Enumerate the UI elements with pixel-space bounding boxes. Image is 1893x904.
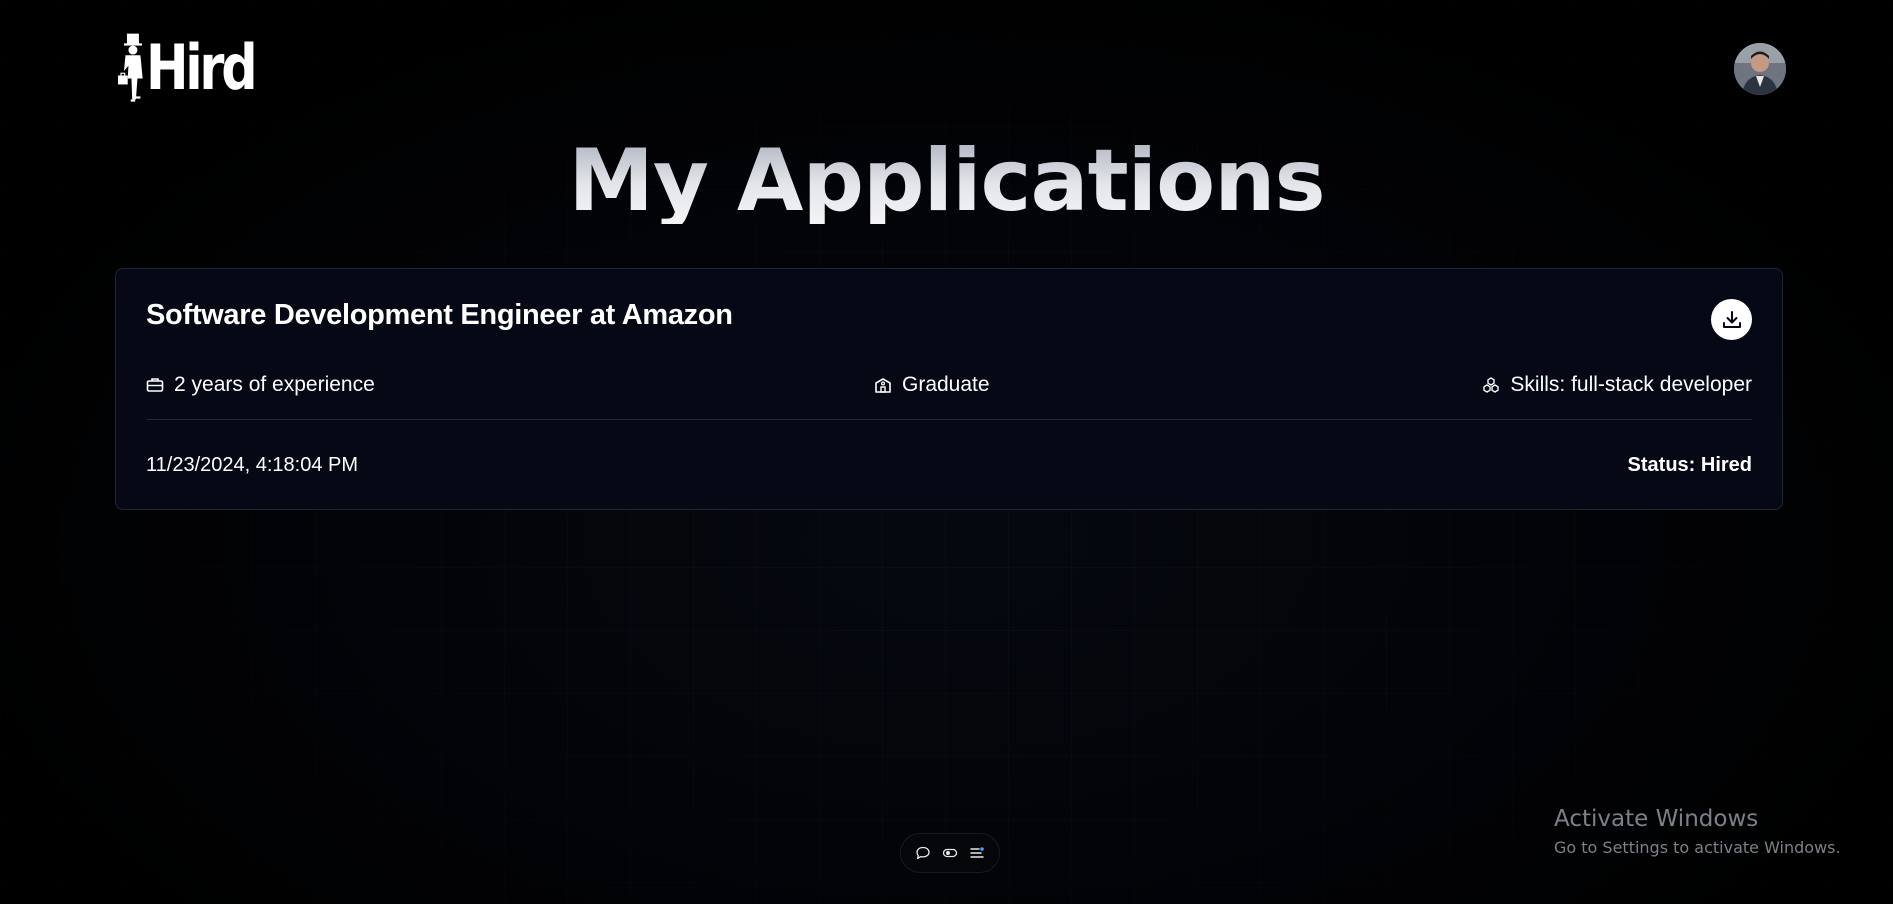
- download-icon: [1722, 310, 1741, 328]
- status-badge: Status: Hired: [1627, 454, 1752, 476]
- experience-text: 2 years of experience: [174, 373, 375, 396]
- download-button[interactable]: [1711, 299, 1752, 340]
- boxes-icon: [1483, 377, 1500, 393]
- experience-item: 2 years of experience: [146, 373, 375, 397]
- application-title: Software Development Engineer at Amazon: [146, 299, 733, 331]
- application-meta-row: 2 years of experience Graduate Skills: f…: [146, 373, 1752, 403]
- education-text: Graduate: [902, 373, 990, 396]
- gentleman-logo-icon: [118, 33, 143, 102]
- toggle-icon: [942, 848, 958, 858]
- activate-windows-watermark: Activate Windows Go to Settings to activ…: [1554, 806, 1841, 857]
- chat-icon: [916, 846, 930, 860]
- user-photo-icon: [1734, 43, 1786, 95]
- floating-toolbar: [900, 833, 1000, 873]
- site-logo[interactable]: Hird: [118, 20, 278, 116]
- page: Hird My Applications Software Developmen…: [0, 0, 1893, 904]
- logo-text: Hird: [145, 31, 258, 104]
- chat-button[interactable]: [911, 841, 935, 865]
- briefcase-icon: [146, 378, 164, 392]
- page-title: My Applications: [0, 138, 1893, 224]
- skills-text: Skills: full-stack developer: [1510, 373, 1752, 396]
- filter-list-button[interactable]: [965, 841, 989, 865]
- application-card: Software Development Engineer at Amazon …: [115, 268, 1783, 510]
- watermark-subtitle: Go to Settings to activate Windows.: [1554, 837, 1841, 857]
- skills-item: Skills: full-stack developer: [1482, 373, 1752, 397]
- education-item: Graduate: [874, 373, 990, 397]
- watermark-title: Activate Windows: [1554, 806, 1759, 832]
- application-date: 11/23/2024, 4:18:04 PM: [146, 454, 359, 476]
- filter-list-icon: [970, 847, 985, 858]
- toggle-button[interactable]: [938, 841, 962, 865]
- card-divider: [146, 419, 1752, 420]
- school-icon: [875, 378, 891, 393]
- avatar[interactable]: [1734, 43, 1786, 95]
